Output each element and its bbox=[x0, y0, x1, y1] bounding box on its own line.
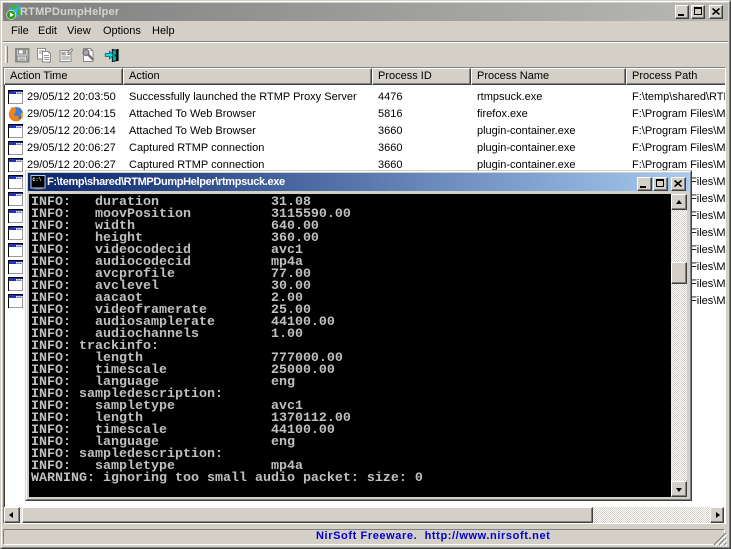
svg-text:C:\: C:\ bbox=[33, 177, 42, 183]
